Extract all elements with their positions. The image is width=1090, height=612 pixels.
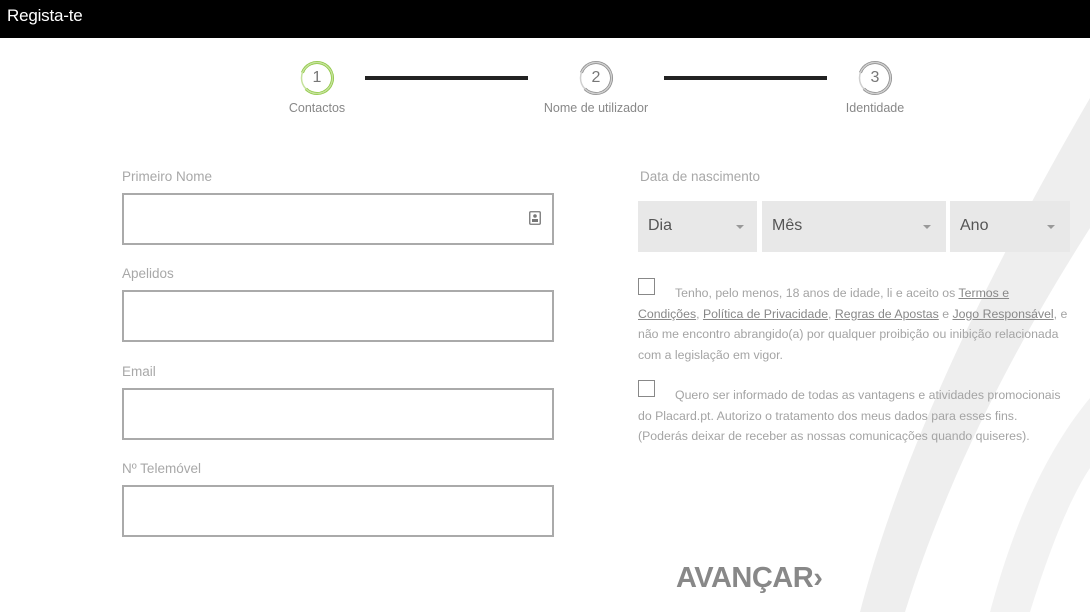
step-connector-1 (365, 76, 528, 80)
year-select[interactable]: Ano (950, 201, 1070, 252)
responsible-gaming-link[interactable]: Jogo Responsável (952, 307, 1053, 321)
email-input[interactable] (122, 388, 554, 440)
first-name-input[interactable] (122, 193, 554, 245)
chevron-down-icon (736, 225, 744, 229)
surname-label: Apelidos (122, 266, 174, 281)
step-1-ring: 1 (299, 60, 335, 96)
betting-rules-link[interactable]: Regras de Apostas (835, 307, 939, 321)
terms-sep-3: e (938, 306, 953, 321)
terms-prefix: Tenho, pelo menos, 18 anos de idade, li … (675, 286, 959, 300)
marketing-text-body: Quero ser informado de todas as vantagen… (638, 388, 1061, 443)
email-label: Email (122, 364, 156, 379)
step-2-label: Nome de utilizador (543, 101, 649, 115)
step-nome-utilizador: 2 Nome de utilizador (526, 60, 666, 115)
phone-input[interactable] (122, 485, 554, 537)
chevron-down-icon (1047, 225, 1055, 229)
day-select-value: Dia (648, 217, 673, 234)
header-bar: Regista-te (0, 0, 1090, 38)
terms-sep-2: , (828, 306, 835, 321)
month-select[interactable]: Mês (762, 201, 946, 252)
terms-sep-1: , (696, 306, 703, 321)
privacy-policy-link[interactable]: Política de Privacidade (703, 307, 828, 321)
step-identidade: 3 Identidade (805, 60, 945, 115)
chevron-down-icon (923, 225, 931, 229)
step-1-number: 1 (312, 69, 322, 86)
terms-text: Tenho, pelo menos, 18 anos de idade, li … (638, 283, 1070, 365)
advance-button[interactable]: AVANÇAR› (676, 562, 823, 595)
step-contactos: 1 Contactos (247, 60, 387, 115)
step-1-label: Contactos (288, 101, 346, 115)
first-name-label: Primeiro Nome (122, 169, 213, 184)
phone-label: Nº Telemóvel (122, 461, 201, 476)
step-connector-2 (664, 76, 827, 80)
step-3-label: Identidade (845, 101, 905, 115)
month-select-value: Mês (772, 217, 803, 234)
step-3-number: 3 (870, 69, 880, 86)
marketing-text: Quero ser informado de todas as vantagen… (638, 385, 1070, 447)
step-2-number: 2 (591, 69, 601, 86)
step-3-ring: 3 (857, 60, 893, 96)
year-select-value: Ano (960, 217, 989, 234)
birth-date-label: Data de nascimento (640, 169, 761, 184)
contact-card-icon[interactable] (529, 211, 541, 225)
page-title: Regista-te (7, 6, 83, 25)
surname-input[interactable] (122, 290, 554, 342)
step-2-ring: 2 (578, 60, 614, 96)
day-select[interactable]: Dia (638, 201, 757, 252)
